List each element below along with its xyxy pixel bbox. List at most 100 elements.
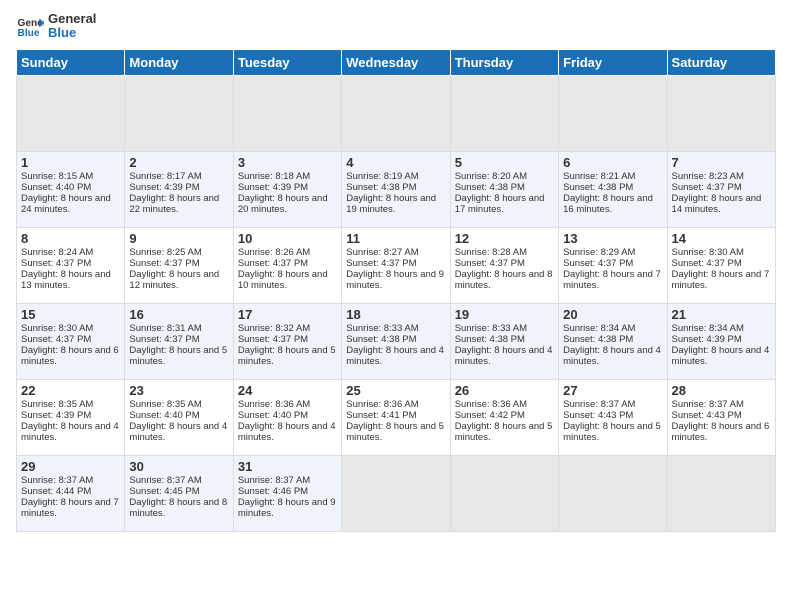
sunset: Sunset: 4:43 PM [563,410,633,421]
calendar-cell: 16Sunrise: 8:31 AMSunset: 4:37 PMDayligh… [125,303,233,379]
calendar-cell: 27Sunrise: 8:37 AMSunset: 4:43 PMDayligh… [559,379,667,455]
sunrise: Sunrise: 8:33 AM [455,323,527,334]
sunset: Sunset: 4:38 PM [563,182,633,193]
sunset: Sunset: 4:37 PM [672,258,742,269]
daylight: Daylight: 8 hours and 7 minutes. [563,269,661,291]
logo-text-general: General [48,12,96,26]
day-number: 25 [346,383,445,398]
sunrise: Sunrise: 8:34 AM [672,323,744,334]
calendar-cell [17,75,125,151]
calendar-cell [667,455,775,531]
daylight: Daylight: 8 hours and 12 minutes. [129,269,219,291]
day-number: 20 [563,307,662,322]
calendar-cell: 21Sunrise: 8:34 AMSunset: 4:39 PMDayligh… [667,303,775,379]
sunset: Sunset: 4:46 PM [238,486,308,497]
sunset: Sunset: 4:37 PM [21,258,91,269]
calendar-cell: 28Sunrise: 8:37 AMSunset: 4:43 PMDayligh… [667,379,775,455]
sunrise: Sunrise: 8:15 AM [21,171,93,182]
day-number: 28 [672,383,771,398]
calendar-cell: 23Sunrise: 8:35 AMSunset: 4:40 PMDayligh… [125,379,233,455]
sunset: Sunset: 4:38 PM [455,182,525,193]
calendar-week-3: 15Sunrise: 8:30 AMSunset: 4:37 PMDayligh… [17,303,776,379]
col-header-wednesday: Wednesday [342,49,450,75]
daylight: Daylight: 8 hours and 4 minutes. [21,421,119,443]
daylight: Daylight: 8 hours and 14 minutes. [672,193,762,215]
day-number: 6 [563,155,662,170]
col-header-saturday: Saturday [667,49,775,75]
day-number: 3 [238,155,337,170]
sunrise: Sunrise: 8:36 AM [238,399,310,410]
daylight: Daylight: 8 hours and 19 minutes. [346,193,436,215]
calendar-cell: 2Sunrise: 8:17 AMSunset: 4:39 PMDaylight… [125,151,233,227]
sunset: Sunset: 4:38 PM [563,334,633,345]
sunrise: Sunrise: 8:37 AM [672,399,744,410]
sunset: Sunset: 4:45 PM [129,486,199,497]
day-number: 4 [346,155,445,170]
calendar-cell [559,75,667,151]
day-number: 9 [129,231,228,246]
sunset: Sunset: 4:41 PM [346,410,416,421]
calendar-cell: 30Sunrise: 8:37 AMSunset: 4:45 PMDayligh… [125,455,233,531]
sunrise: Sunrise: 8:23 AM [672,171,744,182]
day-number: 10 [238,231,337,246]
calendar-cell: 9Sunrise: 8:25 AMSunset: 4:37 PMDaylight… [125,227,233,303]
day-number: 8 [21,231,120,246]
sunrise: Sunrise: 8:33 AM [346,323,418,334]
daylight: Daylight: 8 hours and 24 minutes. [21,193,111,215]
day-number: 24 [238,383,337,398]
day-number: 29 [21,459,120,474]
calendar-cell: 3Sunrise: 8:18 AMSunset: 4:39 PMDaylight… [233,151,341,227]
calendar-cell [450,75,558,151]
sunrise: Sunrise: 8:32 AM [238,323,310,334]
sunset: Sunset: 4:37 PM [346,258,416,269]
daylight: Daylight: 8 hours and 13 minutes. [21,269,111,291]
calendar-week-0 [17,75,776,151]
sunrise: Sunrise: 8:21 AM [563,171,635,182]
daylight: Daylight: 8 hours and 4 minutes. [238,421,336,443]
day-number: 19 [455,307,554,322]
day-number: 23 [129,383,228,398]
calendar-cell: 25Sunrise: 8:36 AMSunset: 4:41 PMDayligh… [342,379,450,455]
day-number: 27 [563,383,662,398]
day-number: 30 [129,459,228,474]
day-number: 18 [346,307,445,322]
daylight: Daylight: 8 hours and 6 minutes. [672,421,770,443]
col-header-friday: Friday [559,49,667,75]
calendar-cell: 29Sunrise: 8:37 AMSunset: 4:44 PMDayligh… [17,455,125,531]
sunrise: Sunrise: 8:24 AM [21,247,93,258]
sunrise: Sunrise: 8:37 AM [238,475,310,486]
sunset: Sunset: 4:37 PM [238,258,308,269]
calendar-cell: 5Sunrise: 8:20 AMSunset: 4:38 PMDaylight… [450,151,558,227]
sunset: Sunset: 4:37 PM [563,258,633,269]
calendar-cell: 31Sunrise: 8:37 AMSunset: 4:46 PMDayligh… [233,455,341,531]
sunset: Sunset: 4:37 PM [238,334,308,345]
sunset: Sunset: 4:38 PM [346,334,416,345]
sunrise: Sunrise: 8:20 AM [455,171,527,182]
daylight: Daylight: 8 hours and 4 minutes. [455,345,553,367]
sunset: Sunset: 4:44 PM [21,486,91,497]
calendar-cell: 12Sunrise: 8:28 AMSunset: 4:37 PMDayligh… [450,227,558,303]
daylight: Daylight: 8 hours and 22 minutes. [129,193,219,215]
sunset: Sunset: 4:37 PM [672,182,742,193]
sunset: Sunset: 4:40 PM [238,410,308,421]
calendar-cell [559,455,667,531]
sunrise: Sunrise: 8:36 AM [346,399,418,410]
calendar-cell: 20Sunrise: 8:34 AMSunset: 4:38 PMDayligh… [559,303,667,379]
sunrise: Sunrise: 8:29 AM [563,247,635,258]
sunrise: Sunrise: 8:17 AM [129,171,201,182]
sunset: Sunset: 4:39 PM [21,410,91,421]
day-number: 21 [672,307,771,322]
calendar-container: General Blue General Blue SundayMondayTu… [0,0,792,612]
calendar-cell: 15Sunrise: 8:30 AMSunset: 4:37 PMDayligh… [17,303,125,379]
calendar-cell [233,75,341,151]
calendar-week-5: 29Sunrise: 8:37 AMSunset: 4:44 PMDayligh… [17,455,776,531]
daylight: Daylight: 8 hours and 17 minutes. [455,193,545,215]
day-number: 26 [455,383,554,398]
sunset: Sunset: 4:40 PM [21,182,91,193]
daylight: Daylight: 8 hours and 10 minutes. [238,269,328,291]
sunset: Sunset: 4:39 PM [129,182,199,193]
sunset: Sunset: 4:37 PM [129,258,199,269]
daylight: Daylight: 8 hours and 4 minutes. [563,345,661,367]
daylight: Daylight: 8 hours and 4 minutes. [672,345,770,367]
sunrise: Sunrise: 8:36 AM [455,399,527,410]
